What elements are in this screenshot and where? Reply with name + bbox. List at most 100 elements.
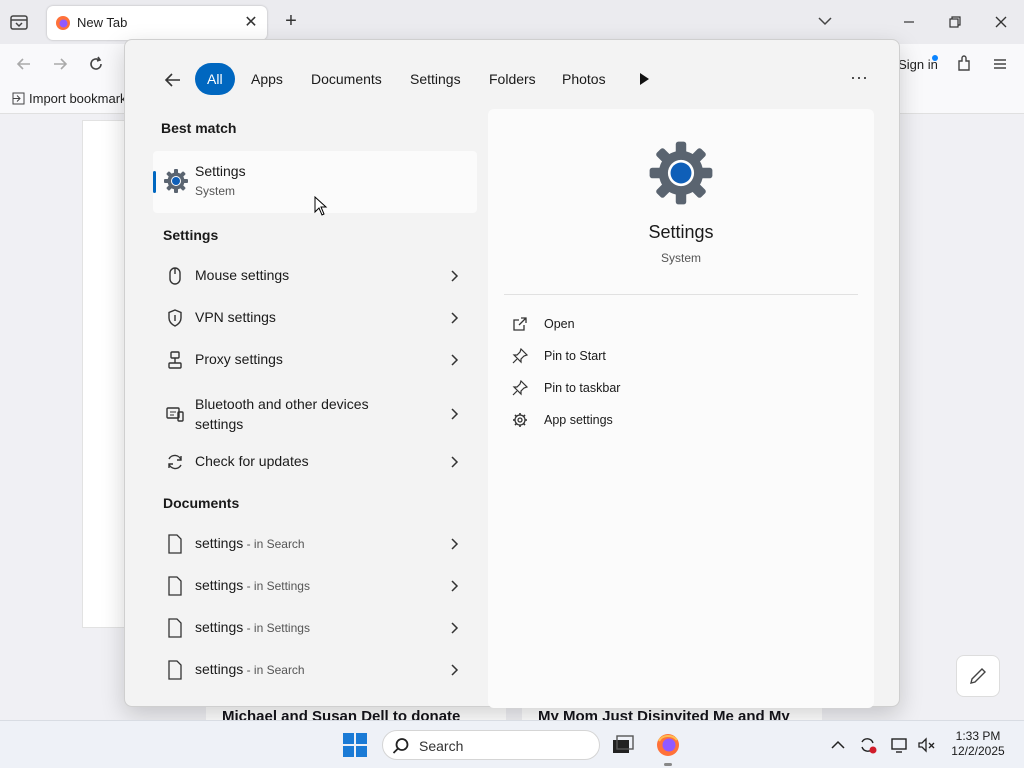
back-arrow-icon[interactable] [14, 54, 34, 74]
search-flyout: All Apps Documents Settings Folders Phot… [124, 39, 900, 708]
customize-button[interactable] [956, 655, 1000, 697]
document-name: settings [195, 619, 244, 635]
restore-icon[interactable] [940, 8, 970, 36]
action-open[interactable]: Open [512, 312, 712, 336]
result-document[interactable]: settings - in Search [155, 650, 477, 690]
action-label: App settings [544, 413, 613, 427]
document-name: settings [195, 535, 244, 551]
back-arrow-icon [164, 73, 180, 87]
result-document[interactable]: settings - in Settings [155, 608, 477, 648]
clock-time: 1:33 PM [955, 729, 1001, 743]
tab-new-tab[interactable]: New Tab ✕ [47, 6, 267, 40]
news-headline: My Mom Just Disinvited Me and My [538, 708, 790, 720]
documents-heading: Documents [163, 495, 240, 511]
taskbar-search-box[interactable]: Search [382, 730, 600, 760]
chevron-down-icon[interactable] [816, 12, 834, 30]
filter-documents[interactable]: Documents [299, 63, 394, 95]
close-tab-icon[interactable]: ✕ [241, 13, 261, 33]
new-tab-button[interactable]: + [280, 10, 302, 32]
result-label: settings - in Search [195, 535, 305, 551]
chevron-right-icon [451, 580, 459, 592]
action-pin-to-taskbar[interactable]: Pin to taskbar [512, 376, 712, 400]
best-match-subtitle: System [195, 184, 236, 198]
document-location: - in Search [243, 537, 305, 551]
document-icon [168, 618, 182, 638]
best-match-heading: Best match [161, 120, 237, 136]
proxy-icon [168, 351, 182, 369]
search-icon [392, 738, 409, 754]
chevron-right-icon [451, 538, 459, 550]
chevron-right-icon [451, 408, 459, 420]
windows-start-icon[interactable] [342, 732, 368, 758]
mouse-cursor-icon [314, 196, 328, 216]
gear-icon [513, 413, 527, 427]
action-label: Open [544, 317, 575, 331]
result-label: settings - in Search [195, 661, 305, 677]
back-button[interactable] [161, 68, 185, 92]
search-label: Search [419, 738, 464, 754]
action-pin-to-start[interactable]: Pin to Start [512, 344, 712, 368]
detail-pane: Settings System Open Pin to Start Pin to… [488, 109, 874, 708]
browser-tab-bar: New Tab ✕ + [0, 0, 1024, 44]
filter-photos[interactable]: Photos [550, 63, 618, 95]
result-document[interactable]: settings - in Search [155, 524, 477, 564]
document-name: settings [195, 577, 244, 593]
filter-folders[interactable]: Folders [477, 63, 548, 95]
tab-list-button[interactable] [8, 11, 30, 33]
action-label: Pin to Start [544, 349, 606, 363]
result-vpn-settings[interactable]: VPN settings [155, 298, 477, 338]
play-more-filters-icon[interactable] [635, 70, 653, 88]
result-bluetooth-settings[interactable]: Bluetooth and other devices settings [155, 392, 477, 436]
import-icon [12, 92, 25, 105]
detail-subtitle: System [660, 251, 701, 265]
reload-icon[interactable] [86, 54, 106, 74]
taskbar-clock[interactable]: 1:33 PM 12/2/2025 [946, 729, 1010, 759]
document-icon [168, 576, 182, 596]
menu-icon[interactable] [990, 54, 1010, 74]
result-label: settings - in Settings [195, 577, 310, 593]
chevron-up-icon[interactable] [828, 735, 848, 755]
shield-icon [168, 309, 182, 327]
document-icon [168, 660, 182, 680]
tab-list-icon [10, 15, 28, 30]
sync-icon[interactable] [858, 735, 878, 755]
extensions-icon[interactable] [954, 54, 974, 74]
network-icon[interactable] [890, 735, 910, 755]
running-indicator [664, 763, 672, 766]
firefox-taskbar-icon[interactable] [655, 732, 681, 758]
chevron-right-icon [451, 312, 459, 324]
result-label: Check for updates [195, 453, 309, 469]
detail-title: Settings [648, 222, 714, 242]
result-proxy-settings[interactable]: Proxy settings [155, 340, 477, 380]
pin-icon [512, 348, 528, 364]
filter-settings[interactable]: Settings [398, 63, 473, 95]
document-location: - in Search [243, 663, 305, 677]
filter-all[interactable]: All [195, 63, 235, 95]
result-mouse-settings[interactable]: Mouse settings [155, 256, 477, 296]
clock-date: 12/2/2025 [951, 744, 1005, 758]
import-bookmarks-button[interactable]: Import bookmark [12, 91, 127, 106]
more-options-icon[interactable]: ··· [847, 66, 871, 90]
best-match-name: Settings [195, 163, 246, 179]
tab-title: New Tab [77, 15, 128, 30]
document-location: - in Settings [243, 621, 310, 635]
filter-apps[interactable]: Apps [239, 63, 295, 95]
result-label: Bluetooth and other devices settings [195, 396, 369, 432]
result-label: settings - in Settings [195, 619, 310, 635]
action-app-settings[interactable]: App settings [512, 408, 712, 432]
result-document[interactable]: settings - in Settings [155, 566, 477, 606]
minimize-icon[interactable] [894, 8, 924, 36]
update-icon [168, 454, 182, 470]
document-location: - in Settings [243, 579, 310, 593]
settings-gear-icon [164, 169, 188, 193]
volume-muted-icon[interactable] [916, 735, 936, 755]
divider [504, 294, 858, 295]
pencil-icon [970, 668, 986, 684]
close-window-icon[interactable] [986, 8, 1016, 36]
task-view-icon[interactable] [610, 732, 636, 758]
forward-arrow-icon[interactable] [50, 54, 70, 74]
result-label: Proxy settings [195, 351, 283, 367]
news-headline: Michael and Susan Dell to donate [222, 708, 461, 720]
mouse-icon [169, 267, 181, 285]
result-check-for-updates[interactable]: Check for updates [155, 442, 477, 482]
